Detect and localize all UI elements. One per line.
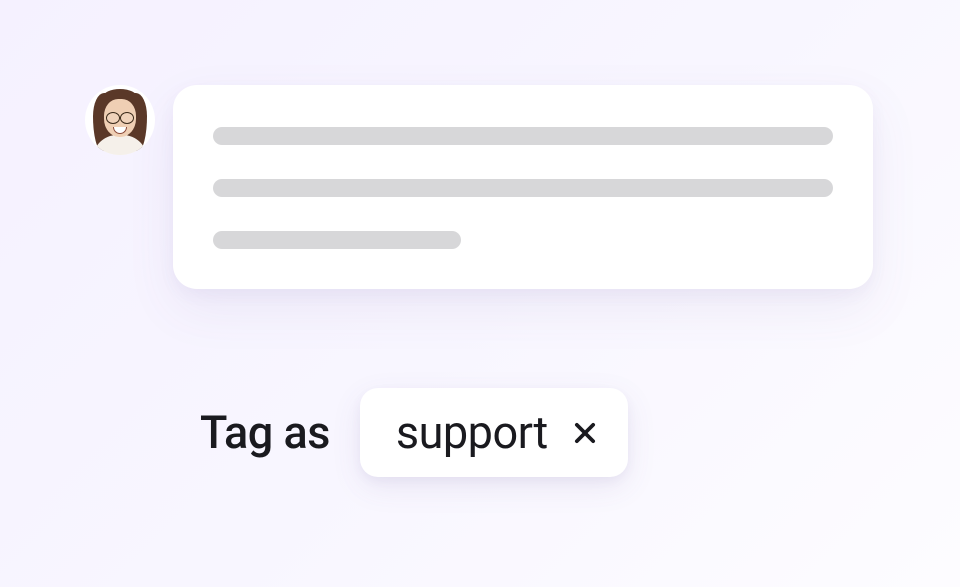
message-container (85, 85, 873, 289)
tag-value: support (396, 406, 548, 459)
close-icon[interactable] (570, 418, 600, 448)
message-card (173, 85, 873, 289)
message-placeholder-line (213, 231, 461, 249)
tag-row: Tag as support (200, 388, 628, 477)
message-placeholder-line (213, 179, 833, 197)
message-placeholder-line (213, 127, 833, 145)
tag-chip[interactable]: support (360, 388, 628, 477)
user-avatar (85, 85, 155, 155)
tag-prefix-label: Tag as (200, 406, 330, 459)
